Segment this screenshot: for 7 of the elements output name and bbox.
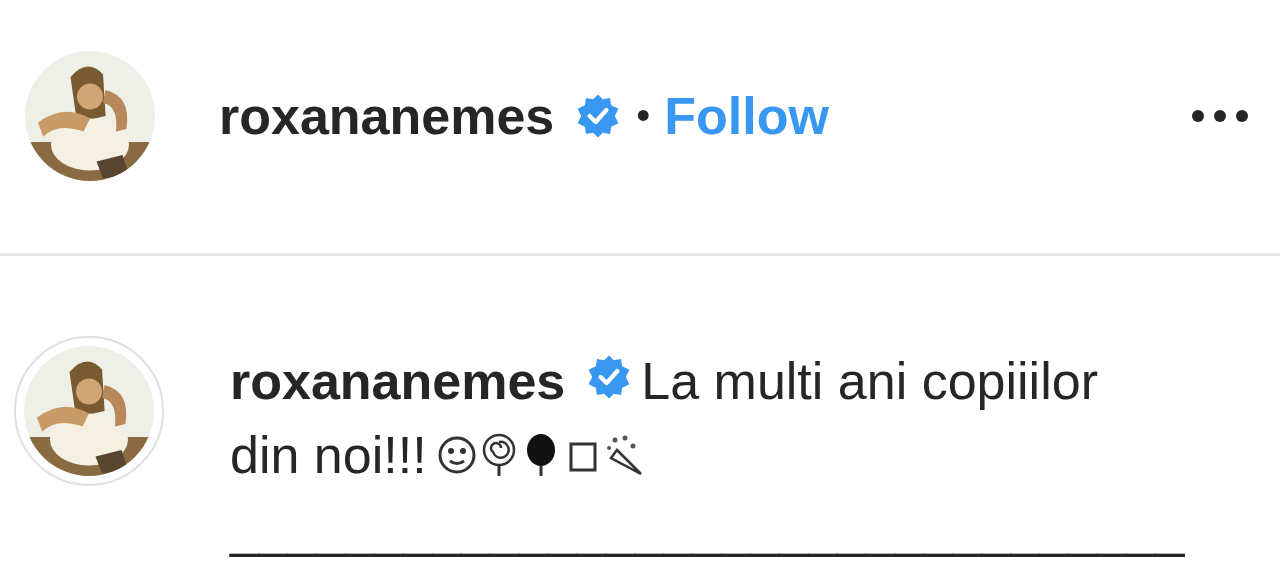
underscore-line: _________________________________ [230, 499, 1185, 560]
username[interactable]: roxananemes [219, 85, 555, 146]
caption-text: din noi!!! [230, 425, 427, 486]
caption-username[interactable]: roxananemes [230, 344, 566, 418]
caption-text: La multi ani copiiilor [641, 351, 1098, 412]
more-options-icon[interactable] [1190, 107, 1250, 124]
separator-dot: • [636, 93, 651, 138]
